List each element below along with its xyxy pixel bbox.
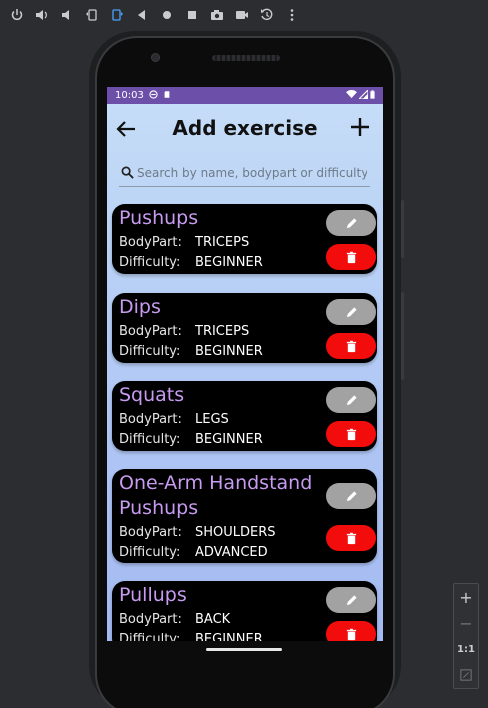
trash-icon xyxy=(346,251,356,263)
overview-icon[interactable] xyxy=(179,0,204,30)
difficulty-label: Difficulty: xyxy=(119,632,181,641)
trash-icon xyxy=(346,532,356,544)
exercise-name: Pushups xyxy=(119,207,199,229)
zoom-panel: + − 1:1 xyxy=(453,583,479,689)
zoom-in-button[interactable]: + xyxy=(454,584,478,610)
exercise-name: Dips xyxy=(119,296,161,318)
bodypart-label: BodyPart: xyxy=(119,612,182,627)
exercise-name: Squats xyxy=(119,384,185,406)
difficulty-value: BEGINNER xyxy=(195,255,263,270)
power-icon[interactable] xyxy=(4,0,29,30)
fit-screen-icon[interactable] xyxy=(454,662,478,688)
bodypart-value: SHOULDERS xyxy=(195,525,276,540)
bodypart-label: BodyPart: xyxy=(119,324,182,339)
status-time: 10:03 xyxy=(115,90,144,101)
emulator-window: + − 1:1 10:03 Add exercise Search by nam… xyxy=(0,0,488,708)
gesture-nav-handle[interactable] xyxy=(206,648,282,651)
earpiece-speaker xyxy=(212,55,280,61)
more-icon[interactable] xyxy=(279,0,304,30)
app-bar: Add exercise xyxy=(107,104,383,154)
difficulty-label: Difficulty: xyxy=(119,432,181,447)
signal-icon xyxy=(357,88,369,102)
pencil-icon xyxy=(346,217,357,228)
pencil-icon xyxy=(346,490,357,501)
trash-icon xyxy=(346,628,356,640)
undo-icon[interactable] xyxy=(254,0,279,30)
exercise-card[interactable]: Squats BodyPart: LEGS Difficulty: BEGINN… xyxy=(112,381,377,451)
bodypart-label: BodyPart: xyxy=(119,412,182,427)
edit-button[interactable] xyxy=(326,210,376,236)
app-screen: 10:03 Add exercise Search by name, bodyp… xyxy=(107,87,383,641)
exercise-card[interactable]: One-Arm Handstand Pushups BodyPart: SHOU… xyxy=(112,469,377,563)
bodypart-value: TRICEPS xyxy=(195,235,250,250)
phone-volume-button xyxy=(401,200,404,258)
back-icon[interactable] xyxy=(129,0,154,30)
edit-button[interactable] xyxy=(326,387,376,413)
pencil-icon xyxy=(346,594,357,605)
difficulty-value: BEGINNER xyxy=(195,432,263,447)
phone-power-button xyxy=(401,292,404,380)
delete-button[interactable] xyxy=(326,525,376,551)
exercise-name-line-2: Pushups xyxy=(119,497,199,519)
search-input[interactable] xyxy=(137,165,367,180)
delete-button[interactable] xyxy=(326,421,376,447)
exercise-name-line-1: One-Arm Handstand xyxy=(119,472,313,494)
trash-icon xyxy=(346,340,356,352)
exercise-card[interactable]: Pullups BodyPart: BACK Difficulty: BEGIN… xyxy=(112,581,377,641)
edit-button[interactable] xyxy=(326,587,376,613)
emulator-toolbar xyxy=(0,0,488,30)
actual-size-button[interactable]: 1:1 xyxy=(454,636,478,662)
battery-icon xyxy=(370,89,375,102)
trash-icon xyxy=(346,428,356,440)
bodypart-value: TRICEPS xyxy=(195,324,250,339)
home-icon[interactable] xyxy=(154,0,179,30)
edit-button[interactable] xyxy=(326,299,376,325)
difficulty-label: Difficulty: xyxy=(119,545,181,560)
volume-down-icon[interactable] xyxy=(54,0,79,30)
bodypart-value: BACK xyxy=(195,612,231,627)
pencil-icon xyxy=(346,394,357,405)
difficulty-label: Difficulty: xyxy=(119,344,181,359)
record-icon[interactable] xyxy=(229,0,254,30)
edit-button[interactable] xyxy=(326,483,376,509)
volume-up-icon[interactable] xyxy=(29,0,54,30)
search-bar xyxy=(119,159,370,187)
add-icon[interactable] xyxy=(349,116,371,138)
bodypart-value: LEGS xyxy=(195,412,229,427)
bodypart-label: BodyPart: xyxy=(119,525,182,540)
front-camera xyxy=(151,53,160,62)
exercise-card[interactable]: Dips BodyPart: TRICEPS Difficulty: BEGIN… xyxy=(112,293,377,363)
search-icon xyxy=(121,166,134,179)
exercise-card[interactable]: Pushups BodyPart: TRICEPS Difficulty: BE… xyxy=(112,204,377,274)
pencil-icon xyxy=(346,306,357,317)
bodypart-label: BodyPart: xyxy=(119,235,182,250)
camera-icon[interactable] xyxy=(204,0,229,30)
page-title: Add exercise xyxy=(172,116,318,140)
difficulty-value: BEGINNER xyxy=(195,632,263,641)
delete-button[interactable] xyxy=(326,333,376,359)
exercise-name: Pullups xyxy=(119,584,187,606)
dnd-icon xyxy=(149,89,158,102)
rotate-left-icon[interactable] xyxy=(79,0,104,30)
status-bar: 10:03 xyxy=(107,87,383,104)
delete-button[interactable] xyxy=(326,621,376,641)
storage-icon xyxy=(163,90,171,102)
difficulty-value: ADVANCED xyxy=(195,545,268,560)
difficulty-value: BEGINNER xyxy=(195,344,263,359)
difficulty-label: Difficulty: xyxy=(119,255,181,270)
zoom-out-button[interactable]: − xyxy=(454,610,478,636)
rotate-right-icon[interactable] xyxy=(104,0,129,30)
wifi-icon xyxy=(346,89,357,102)
delete-button[interactable] xyxy=(326,244,376,270)
